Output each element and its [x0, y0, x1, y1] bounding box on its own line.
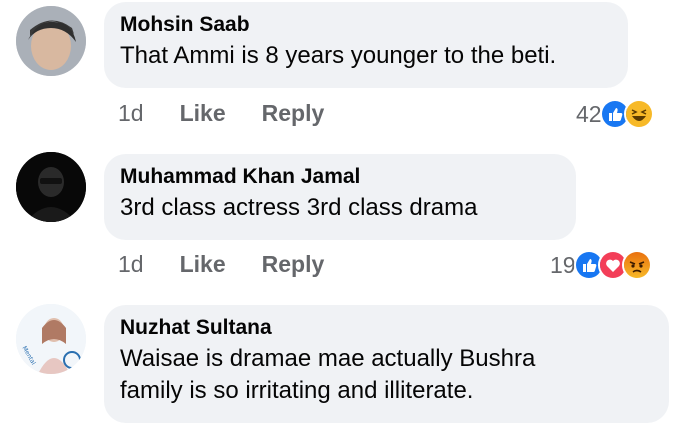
avatar[interactable]	[16, 6, 86, 76]
comment-author[interactable]: Nuzhat Sultana	[120, 315, 653, 341]
like-button[interactable]: Like	[180, 100, 226, 127]
like-button[interactable]: Like	[180, 251, 226, 278]
reaction-count: 19	[550, 251, 576, 278]
comment-bubble: Muhammad Khan Jamal 3rd class actress 3r…	[104, 154, 576, 240]
comment-text-line-2: family is so irritating and illiterate.	[120, 377, 474, 404]
reaction-summary[interactable]: 19	[550, 250, 652, 280]
avatar[interactable]: Mental	[16, 304, 86, 374]
comment-author[interactable]: Mohsin Saab	[120, 12, 612, 38]
comment-actions: 1d Like Reply	[118, 251, 360, 278]
avatar[interactable]	[16, 152, 86, 222]
comment-text: 3rd class actress 3rd class drama	[120, 194, 478, 221]
angry-icon	[621, 250, 652, 280]
reaction-summary[interactable]: 42	[576, 99, 654, 129]
comment-text: That Ammi is 8 years younger to the beti…	[120, 42, 557, 69]
comment-text-line-1: Waisae is dramae mae actually Bushra	[120, 345, 536, 372]
comment-bubble: Mohsin Saab That Ammi is 8 years younger…	[104, 2, 628, 88]
timestamp[interactable]: 1d	[118, 251, 144, 278]
reply-button[interactable]: Reply	[262, 100, 325, 127]
reply-button[interactable]: Reply	[262, 251, 325, 278]
reaction-count: 42	[576, 100, 602, 127]
comment-bubble: Nuzhat Sultana Waisae is dramae mae actu…	[104, 305, 669, 423]
haha-icon	[623, 99, 654, 129]
comment-author[interactable]: Muhammad Khan Jamal	[120, 164, 560, 190]
timestamp[interactable]: 1d	[118, 100, 144, 127]
comment-actions: 1d Like Reply	[118, 100, 360, 127]
